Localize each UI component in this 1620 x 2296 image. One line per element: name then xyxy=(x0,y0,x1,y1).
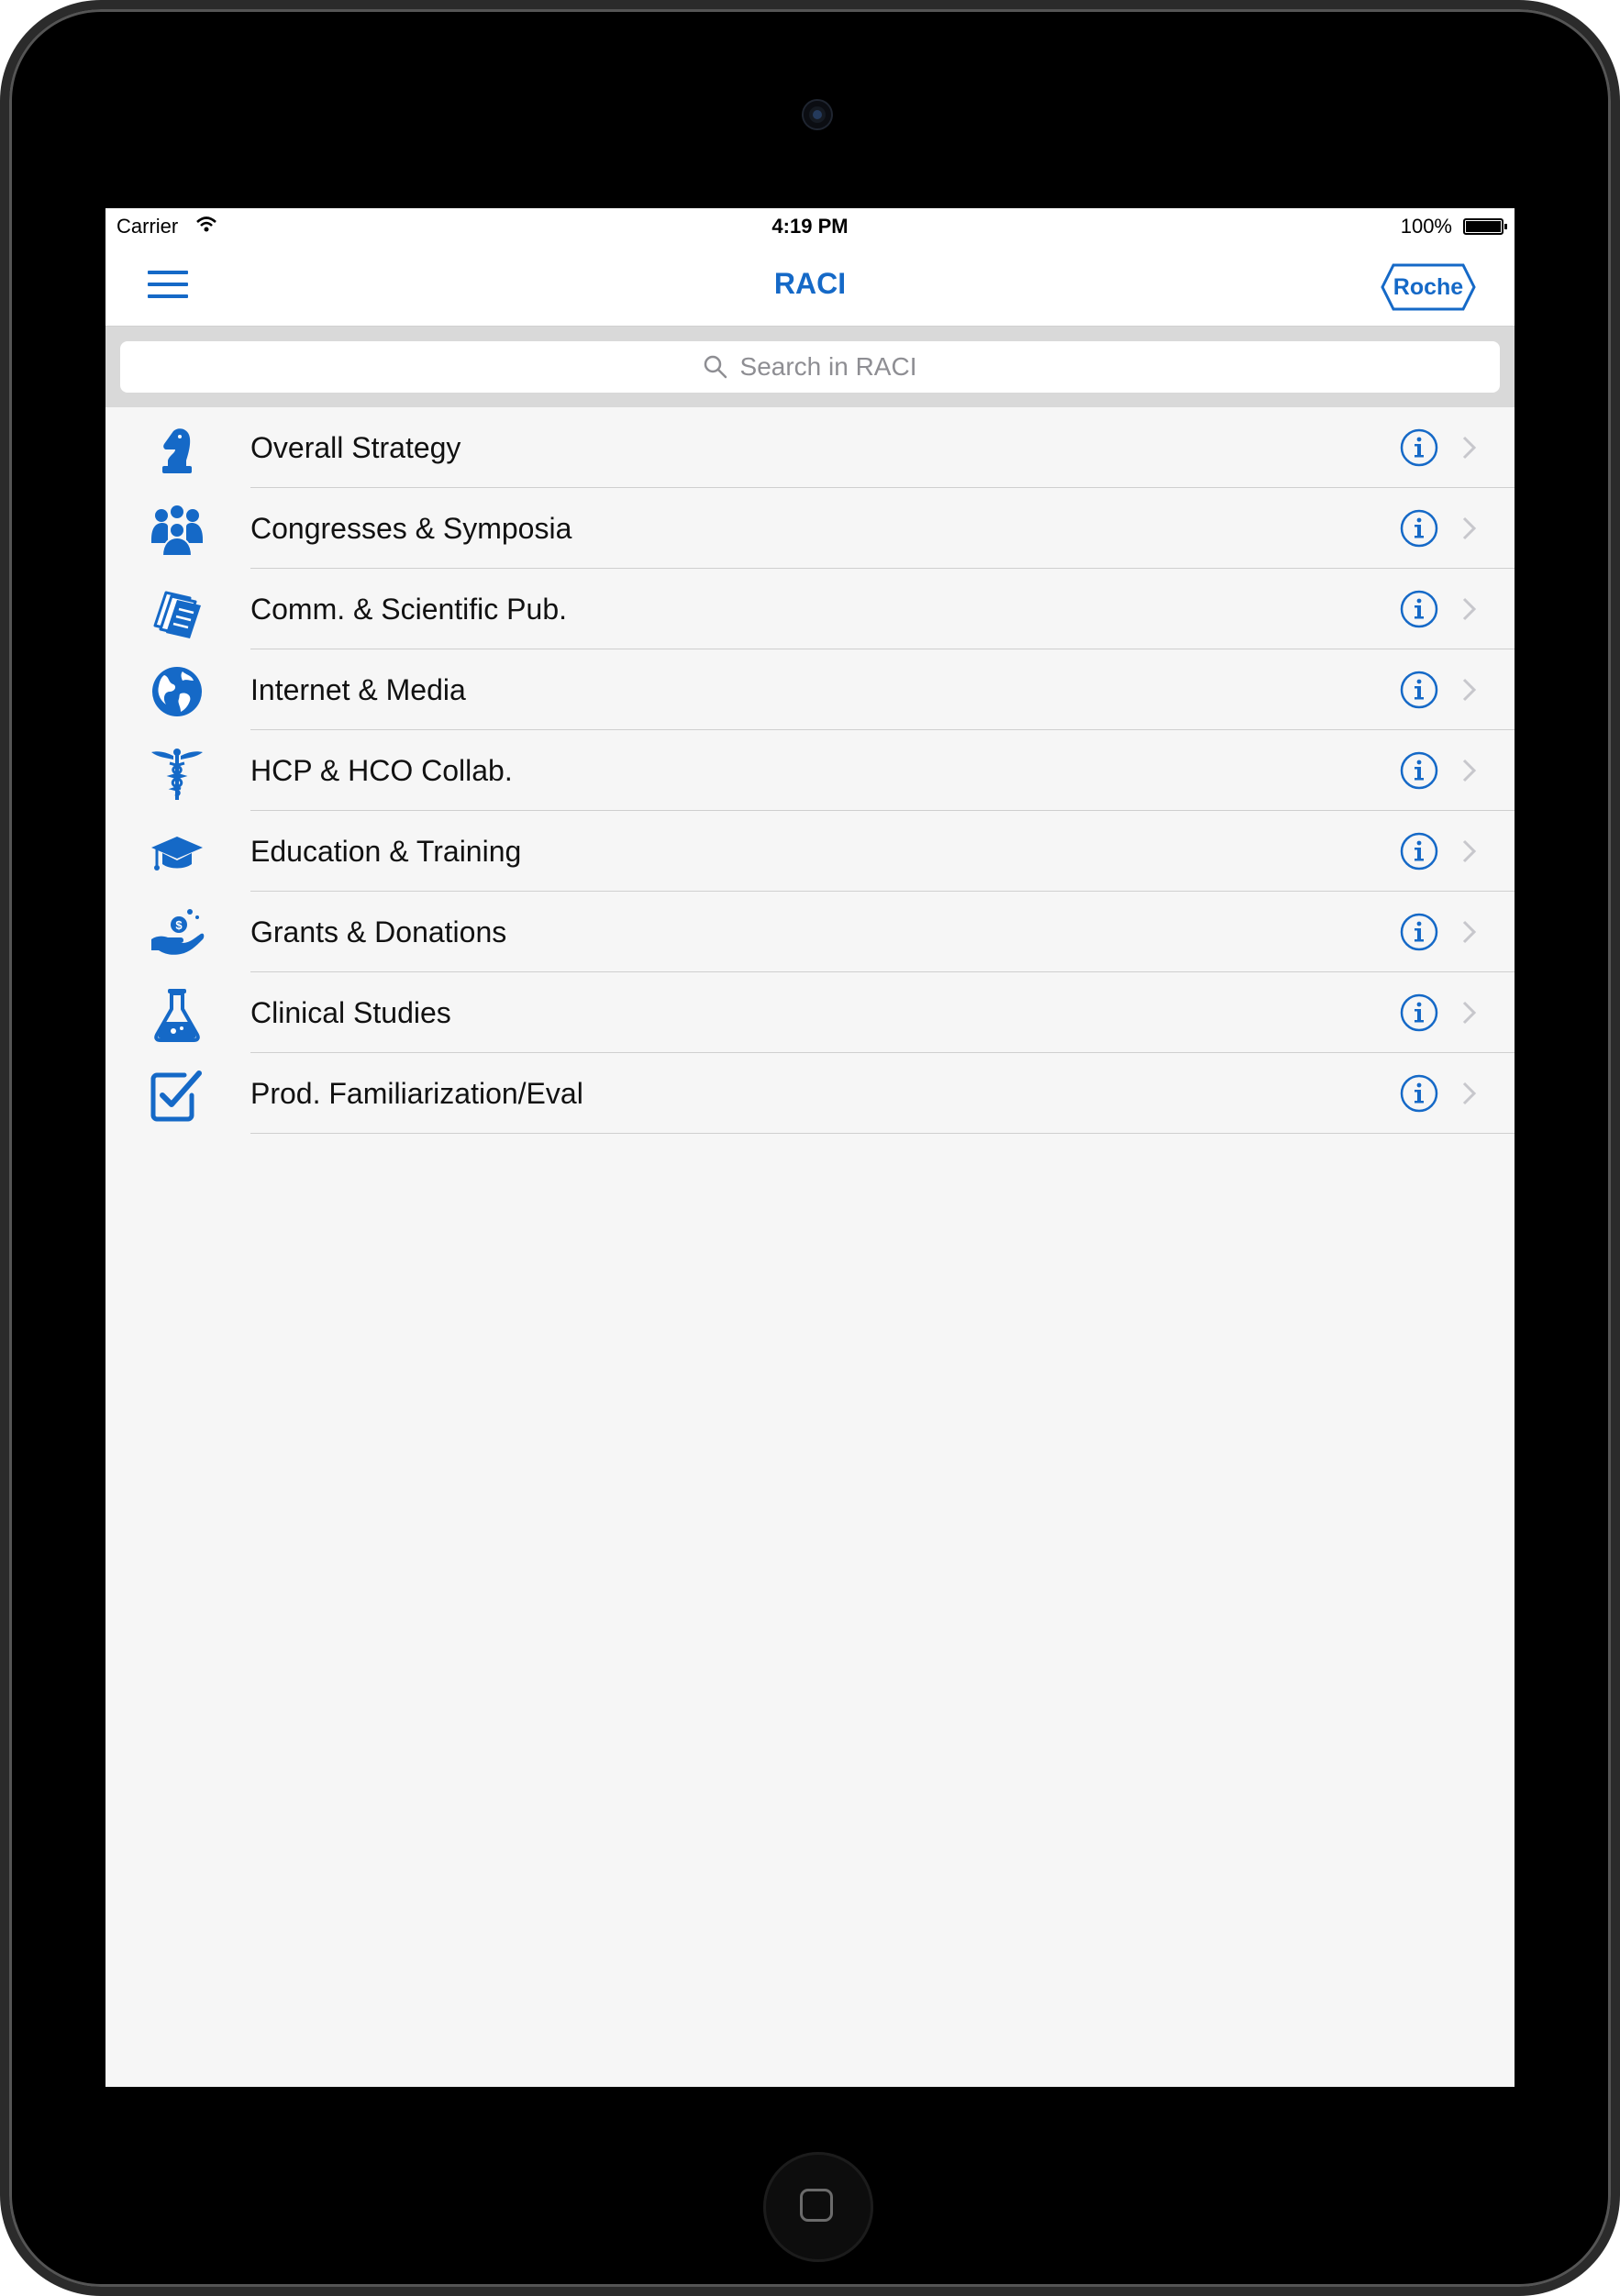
search-icon xyxy=(704,355,727,379)
list-item[interactable]: Overall Strategy xyxy=(105,407,1515,488)
list-item[interactable]: Education & Training xyxy=(105,811,1515,892)
caduceus-icon xyxy=(151,749,203,800)
list-item[interactable]: Congresses & Symposia xyxy=(105,488,1515,569)
status-bar: Carrier 4:19 PM 100% xyxy=(105,208,1515,245)
category-list: Overall Strategy Congresses & Symposia C… xyxy=(105,407,1515,1134)
chess-knight-icon xyxy=(162,428,192,473)
list-item[interactable]: Clinical Studies xyxy=(105,972,1515,1053)
publications-icon xyxy=(153,591,201,638)
battery-percentage: 100% xyxy=(1400,215,1452,238)
people-group-icon xyxy=(151,505,203,557)
battery-icon xyxy=(1463,218,1507,235)
globe-icon xyxy=(152,667,202,716)
list-item[interactable]: HCP & HCO Collab. xyxy=(105,730,1515,811)
chevron-right-icon xyxy=(1462,516,1477,540)
hand-coin-icon: $ xyxy=(151,909,205,955)
svg-text:$: $ xyxy=(175,918,183,932)
list-item-label: HCP & HCO Collab. xyxy=(250,754,513,787)
list-item-label: Education & Training xyxy=(250,835,522,868)
list-item-label: Clinical Studies xyxy=(250,996,451,1029)
info-icon[interactable] xyxy=(1399,750,1439,791)
screen: Carrier 4:19 PM 100% RACI Roche Search i… xyxy=(105,208,1515,2087)
list-item-label: Overall Strategy xyxy=(250,431,461,464)
page-title: RACI xyxy=(773,267,847,300)
info-icon[interactable] xyxy=(1399,1073,1439,1114)
chevron-right-icon xyxy=(1462,839,1477,863)
flask-icon xyxy=(154,989,200,1042)
list-item[interactable]: Internet & Media xyxy=(105,649,1515,730)
navigation-bar: RACI Roche xyxy=(105,245,1515,327)
list-item-label: Prod. Familiarization/Eval xyxy=(250,1077,583,1110)
list-item[interactable]: Prod. Familiarization/Eval xyxy=(105,1053,1515,1134)
list-item-label: Grants & Donations xyxy=(250,915,507,948)
chevron-right-icon xyxy=(1462,436,1477,460)
info-icon[interactable] xyxy=(1399,670,1439,710)
info-icon[interactable] xyxy=(1399,508,1439,549)
info-icon[interactable] xyxy=(1399,427,1439,468)
list-item-label: Congresses & Symposia xyxy=(250,512,572,545)
list-item-label: Comm. & Scientific Pub. xyxy=(250,593,567,626)
row-separator xyxy=(250,1133,1515,1134)
info-icon[interactable] xyxy=(1399,993,1439,1033)
roche-logo[interactable]: Roche xyxy=(1379,261,1478,313)
search-input[interactable]: Search in RACI xyxy=(120,341,1500,393)
search-placeholder: Search in RACI xyxy=(739,352,917,381)
chevron-right-icon xyxy=(1462,759,1477,782)
list-item[interactable]: Comm. & Scientific Pub. xyxy=(105,569,1515,649)
svg-text:Roche: Roche xyxy=(1393,274,1464,300)
info-icon[interactable] xyxy=(1399,831,1439,871)
info-icon[interactable] xyxy=(1399,589,1439,629)
chevron-right-icon xyxy=(1462,1001,1477,1025)
list-item-label: Internet & Media xyxy=(250,673,466,706)
front-camera xyxy=(804,101,831,128)
info-icon[interactable] xyxy=(1399,912,1439,952)
checkbox-icon xyxy=(150,1070,202,1122)
search-bar: Search in RACI xyxy=(105,327,1515,407)
chevron-right-icon xyxy=(1462,1081,1477,1105)
home-button[interactable] xyxy=(763,2152,873,2262)
status-time: 4:19 PM xyxy=(771,215,849,238)
chevron-right-icon xyxy=(1462,678,1477,702)
chevron-right-icon xyxy=(1462,920,1477,944)
list-item[interactable]: $ Grants & Donations xyxy=(105,892,1515,972)
chevron-right-icon xyxy=(1462,597,1477,621)
graduation-cap-icon xyxy=(151,837,203,871)
